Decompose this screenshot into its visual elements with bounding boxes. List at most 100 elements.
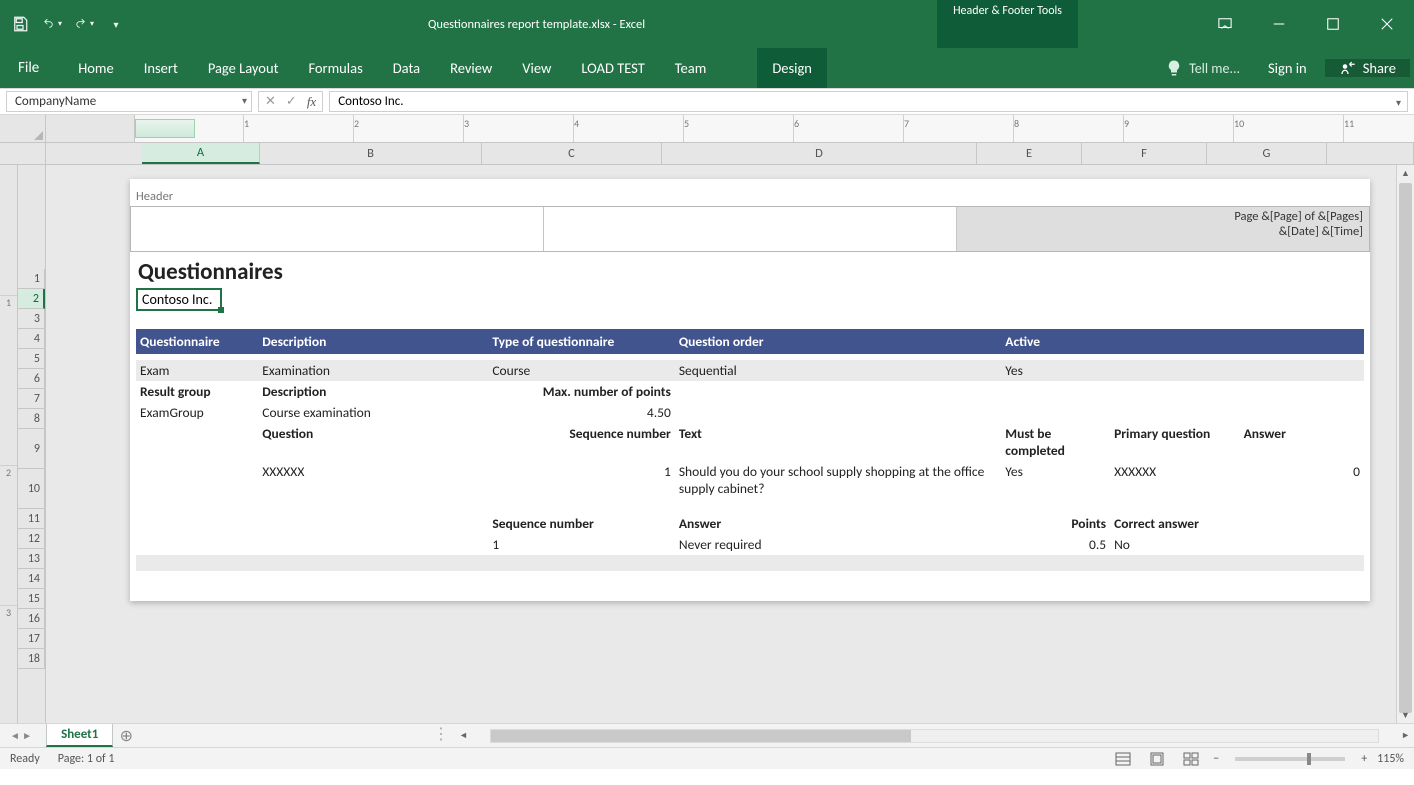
cell: Result group [136, 381, 258, 402]
zoom-out-button[interactable]: − [1213, 752, 1219, 766]
column-header-e[interactable]: E [977, 143, 1082, 164]
header-right-box[interactable]: Page &[Page] of &[Pages] &[Date] &[Time] [957, 207, 1369, 251]
cancel-formula-icon[interactable]: ✕ [265, 94, 276, 109]
header-left-box[interactable] [131, 207, 544, 251]
accept-formula-icon[interactable]: ✓ [286, 94, 297, 109]
vertical-ruler[interactable]: 1 2 3 [0, 165, 18, 723]
row-header[interactable]: 2 [18, 289, 45, 309]
sheet-canvas[interactable]: Header Page &[Page] of &[Pages] &[Date] … [46, 165, 1414, 723]
row-header[interactable]: 18 [18, 649, 45, 669]
close-icon[interactable] [1360, 0, 1414, 48]
tab-data[interactable]: Data [378, 48, 435, 88]
tab-page-layout[interactable]: Page Layout [193, 48, 294, 88]
sheet-tabs-bar: ◄ ► Sheet1 ⊕ ⋮ ◄ ► [0, 723, 1414, 747]
row-header[interactable]: 4 [18, 329, 45, 349]
active-cell[interactable]: Contoso Inc. [136, 288, 222, 311]
page-preview: Header Page &[Page] of &[Pages] &[Date] … [130, 179, 1370, 601]
cell: 0.5 [1001, 534, 1110, 555]
expand-formula-bar-icon[interactable]: ▾ [1396, 96, 1401, 109]
ribbon-display-options-icon[interactable] [1198, 0, 1252, 48]
cell: Answer [1240, 423, 1364, 461]
scroll-right-icon[interactable]: ► [1397, 730, 1414, 741]
header-right-line2: &[Date] &[Time] [963, 224, 1363, 239]
tab-insert[interactable]: Insert [129, 48, 193, 88]
page-layout-view-icon[interactable] [1145, 750, 1169, 768]
cell: Primary question [1110, 423, 1240, 461]
row-header[interactable]: 16 [18, 609, 45, 629]
undo-icon[interactable]: ▾ [42, 14, 62, 34]
scrollbar-thumb[interactable] [1399, 183, 1412, 713]
zoom-slider[interactable] [1235, 757, 1345, 761]
column-header-a[interactable]: A [142, 143, 260, 164]
sheet-nav-controls[interactable]: ◄ ► [0, 724, 42, 747]
tab-home[interactable]: Home [63, 48, 128, 88]
row-header[interactable]: 11 [18, 509, 45, 529]
cell: Answer [675, 513, 1001, 534]
formula-input[interactable]: Contoso Inc. ▾ [329, 91, 1408, 112]
scroll-up-icon[interactable]: ▲ [1397, 165, 1414, 181]
vertical-scrollbar[interactable]: ▲ ▼ [1396, 165, 1414, 723]
qat-customize-icon[interactable]: ▾ [106, 14, 126, 34]
cell: Should you do your school supply shoppin… [675, 461, 1001, 499]
row-header[interactable]: 13 [18, 549, 45, 569]
tab-team[interactable]: Team [660, 48, 722, 88]
table-row: XXXXXX 1 Should you do your school suppl… [136, 461, 1364, 499]
scroll-left-icon[interactable]: ◄ [455, 730, 472, 741]
cell: ExamGroup [136, 402, 258, 423]
table-row [136, 555, 1364, 571]
save-icon[interactable] [10, 14, 30, 34]
share-button[interactable]: Share [1325, 59, 1410, 77]
header-center-box[interactable] [544, 207, 957, 251]
horizontal-scrollbar[interactable]: ◄ ► [455, 724, 1414, 747]
tab-review[interactable]: Review [435, 48, 507, 88]
cell: Yes [1001, 461, 1110, 499]
name-box[interactable]: CompanyName ▾ [6, 91, 252, 112]
tab-load-test[interactable]: LOAD TEST [566, 48, 659, 88]
select-all-triangle[interactable] [0, 115, 46, 143]
row-header[interactable]: 10 [18, 469, 45, 509]
row-header[interactable]: 15 [18, 589, 45, 609]
row-header[interactable]: 14 [18, 569, 45, 589]
row-header[interactable]: 6 [18, 369, 45, 389]
row-header[interactable]: 17 [18, 629, 45, 649]
scroll-down-icon[interactable]: ▼ [1397, 707, 1414, 723]
row-header[interactable]: 1 [18, 269, 45, 289]
zoom-percentage[interactable]: 115% [1377, 752, 1404, 766]
column-header-f[interactable]: F [1082, 143, 1207, 164]
horizontal-ruler[interactable]: 1 2 3 4 5 6 7 8 9 10 11 [46, 115, 1414, 143]
window-controls [1198, 0, 1414, 48]
redo-icon[interactable]: ▾ [74, 14, 94, 34]
tab-split-handle[interactable]: ⋮ [427, 724, 455, 747]
chevron-down-icon[interactable]: ▾ [242, 94, 247, 107]
ribbon-tabs: File Home Insert Page Layout Formulas Da… [0, 48, 1414, 88]
maximize-icon[interactable] [1306, 0, 1360, 48]
tab-design[interactable]: Design [757, 48, 827, 88]
row-header[interactable]: 3 [18, 309, 45, 329]
sign-in-button[interactable]: Sign in [1254, 59, 1321, 77]
window-title: Questionnaires report template.xlsx - Ex… [136, 0, 937, 48]
zoom-in-button[interactable]: + [1361, 752, 1367, 766]
insert-function-icon[interactable]: fx [307, 94, 316, 110]
tab-formulas[interactable]: Formulas [293, 48, 377, 88]
tab-view[interactable]: View [507, 48, 566, 88]
tab-file[interactable]: File [0, 48, 57, 88]
column-header-g[interactable]: G [1207, 143, 1327, 164]
minimize-icon[interactable] [1252, 0, 1306, 48]
table-row: 1 Never required 0.5 No [136, 534, 1364, 555]
cell: Course [488, 360, 675, 381]
row-header[interactable]: 7 [18, 389, 45, 409]
cell: Examination [258, 360, 488, 381]
sheet-tab-sheet1[interactable]: Sheet1 [46, 724, 113, 747]
row-header[interactable]: 9 [18, 429, 45, 469]
normal-view-icon[interactable] [1111, 750, 1135, 768]
tell-me-search[interactable]: Tell me... [1151, 48, 1254, 88]
column-header-d[interactable]: D [662, 143, 977, 164]
row-header[interactable]: 5 [18, 349, 45, 369]
row-header[interactable]: 12 [18, 529, 45, 549]
scrollbar-thumb[interactable] [491, 730, 911, 742]
new-sheet-button[interactable]: ⊕ [113, 724, 139, 747]
column-header-c[interactable]: C [482, 143, 662, 164]
page-break-view-icon[interactable] [1179, 750, 1203, 768]
column-header-b[interactable]: B [260, 143, 482, 164]
row-header[interactable]: 8 [18, 409, 45, 429]
